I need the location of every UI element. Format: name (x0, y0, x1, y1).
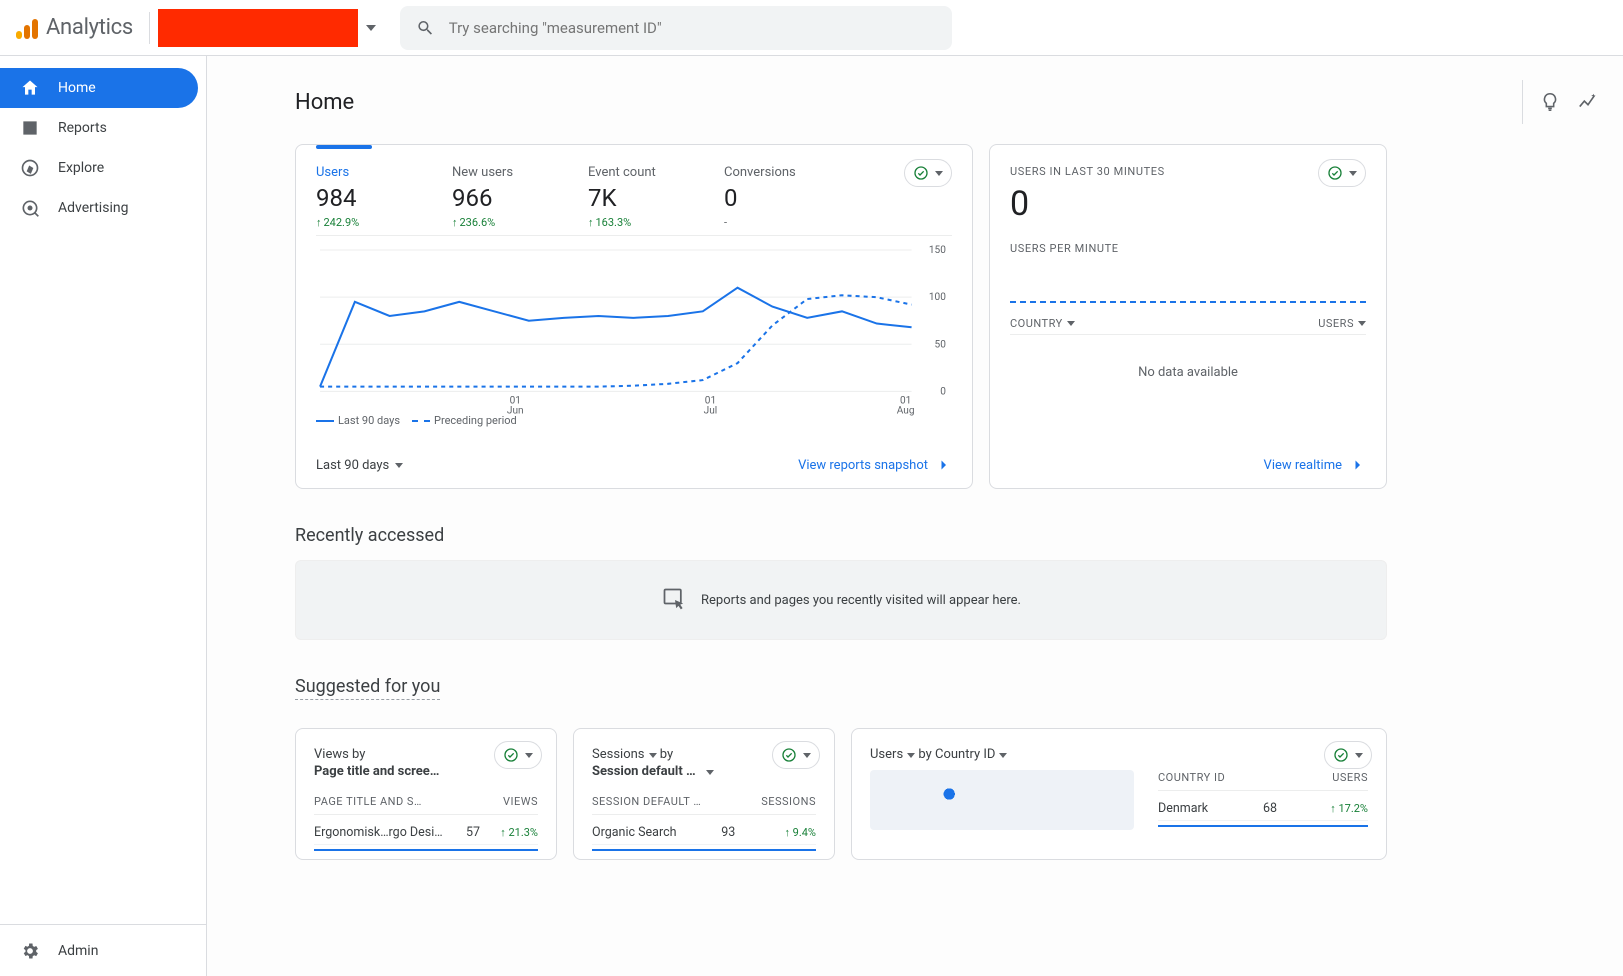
insights-bulb-icon[interactable] (1539, 91, 1561, 113)
suggested-card-views-by-title: Views by Page title and scree… PAGE TITL… (295, 728, 557, 860)
metrics-tabs: Users 984 ↑242.9% New users 966 ↑236.6% … (316, 165, 952, 236)
card-quality-pill[interactable] (494, 741, 542, 769)
account-redacted[interactable] (158, 9, 358, 47)
card-title: Sessions by Session default c… (592, 747, 732, 781)
section-title-recent: Recently accessed (295, 525, 1623, 546)
sidebar-item-home[interactable]: Home (0, 68, 198, 108)
chevron-down-icon (999, 753, 1007, 758)
search-input[interactable] (449, 19, 936, 37)
reports-icon (20, 118, 40, 138)
metric-dropdown[interactable]: Users (870, 747, 915, 764)
gear-icon (20, 941, 40, 961)
realtime-empty-state: No data available (1010, 365, 1366, 380)
card-quality-pill[interactable] (772, 741, 820, 769)
check-circle-icon (503, 747, 519, 763)
sidebar-item-label: Explore (58, 160, 104, 176)
section-title-suggested: Suggested for you (295, 676, 440, 700)
suggested-card-sessions-by-channel: Sessions by Session default c… SESSION D… (573, 728, 835, 860)
users-per-minute-sparkline (1010, 273, 1366, 303)
overview-card: Users 984 ↑242.9% New users 966 ↑236.6% … (295, 144, 973, 489)
sidebar-item-reports[interactable]: Reports (0, 108, 206, 148)
sidebar-item-label: Admin (58, 943, 98, 959)
page-title: Home (295, 90, 354, 115)
explore-icon (20, 158, 40, 178)
view-realtime-link[interactable]: View realtime (1264, 456, 1366, 474)
home-icon (20, 78, 40, 98)
sidebar-item-admin[interactable]: Admin (0, 924, 206, 976)
svg-text:50: 50 (935, 339, 947, 350)
sidebar-item-label: Reports (58, 120, 107, 136)
users-per-minute-label: USERS PER MINUTE (1010, 242, 1366, 255)
sidebar-item-explore[interactable]: Explore (0, 148, 206, 188)
svg-text:Aug: Aug (897, 406, 915, 416)
table-row[interactable]: Ergonomisk…rgo Design 57 ↑ 21.3% (314, 815, 538, 845)
overview-line-chart: 05010015001Jun01Jul01Aug (316, 244, 952, 414)
chevron-down-icon (1067, 321, 1075, 326)
realtime-card: USERS IN LAST 30 MINUTES 0 USERS PER MIN… (989, 144, 1387, 489)
analytics-logo-icon (16, 17, 38, 39)
card-title: Views by Page title and scree… (314, 747, 454, 781)
realtime-users-value: 0 (1010, 184, 1366, 224)
dimension-dropdown[interactable]: Session default c… (592, 764, 714, 781)
search-bar[interactable] (400, 6, 952, 50)
chevron-down-icon (1349, 171, 1357, 176)
main-content: Home Users (207, 56, 1623, 976)
check-circle-icon (1333, 747, 1349, 763)
svg-text:Jun: Jun (507, 406, 524, 416)
metric-tab-conversions[interactable]: Conversions 0 - (724, 165, 824, 229)
app-header: Analytics (0, 0, 1623, 56)
world-map (870, 770, 1134, 830)
realtime-users-label: USERS IN LAST 30 MINUTES (1010, 165, 1366, 178)
chevron-down-icon (1358, 321, 1366, 326)
cursor-click-icon (661, 586, 689, 614)
search-icon (416, 18, 435, 38)
trend-sparkle-icon[interactable] (1577, 91, 1599, 113)
arrow-right-icon (1348, 456, 1366, 474)
svg-text:100: 100 (929, 292, 946, 303)
check-circle-icon (1327, 165, 1343, 181)
card-title: Users by Country ID (870, 747, 1130, 764)
realtime-users-header[interactable]: USERS (1318, 317, 1366, 330)
chevron-down-icon (395, 463, 403, 468)
brand-label: Analytics (46, 15, 133, 40)
table-row[interactable]: Organic Search 93 ↑ 9.4% (592, 815, 816, 845)
date-range-picker[interactable]: Last 90 days (316, 458, 403, 473)
recent-empty-panel: Reports and pages you recently visited w… (295, 560, 1387, 640)
card-quality-pill[interactable] (1324, 741, 1372, 769)
metric-tab-eventcount[interactable]: Event count 7K ↑163.3% (588, 165, 688, 229)
chevron-down-icon (907, 753, 915, 758)
chevron-down-icon (1355, 753, 1363, 758)
brand[interactable]: Analytics (16, 12, 150, 44)
metric-tab-newusers[interactable]: New users 966 ↑236.6% (452, 165, 552, 229)
account-selector-dropdown-icon[interactable] (366, 20, 376, 35)
svg-text:0: 0 (940, 386, 946, 397)
advertising-icon (20, 198, 40, 218)
check-circle-icon (781, 747, 797, 763)
sidebar-item-advertising[interactable]: Advertising (0, 188, 206, 228)
sidebar: Home Reports Explore Advertising Admin (0, 56, 207, 976)
suggested-card-users-by-country: Users by Country ID COUNTRY IDUSERS Denm… (851, 728, 1387, 860)
table-row[interactable]: Denmark 68 ↑ 17.2% (1158, 791, 1368, 821)
chevron-down-icon (803, 753, 811, 758)
chevron-down-icon (649, 753, 657, 758)
metric-tab-users[interactable]: Users 984 ↑242.9% (316, 165, 416, 229)
arrow-right-icon (934, 456, 952, 474)
svg-text:Jul: Jul (704, 406, 718, 416)
sidebar-item-label: Advertising (58, 200, 128, 216)
view-reports-snapshot-link[interactable]: View reports snapshot (798, 456, 952, 474)
chart-legend: Last 90 days Preceding period (316, 414, 952, 427)
metric-dropdown[interactable]: Sessions (592, 747, 657, 764)
realtime-country-header[interactable]: COUNTRY (1010, 317, 1075, 330)
sidebar-item-label: Home (58, 80, 96, 96)
chevron-down-icon (525, 753, 533, 758)
dimension-dropdown[interactable]: by Country ID (918, 747, 1007, 764)
svg-text:150: 150 (929, 245, 946, 256)
chevron-down-icon (706, 770, 714, 775)
card-quality-pill[interactable] (1318, 159, 1366, 187)
